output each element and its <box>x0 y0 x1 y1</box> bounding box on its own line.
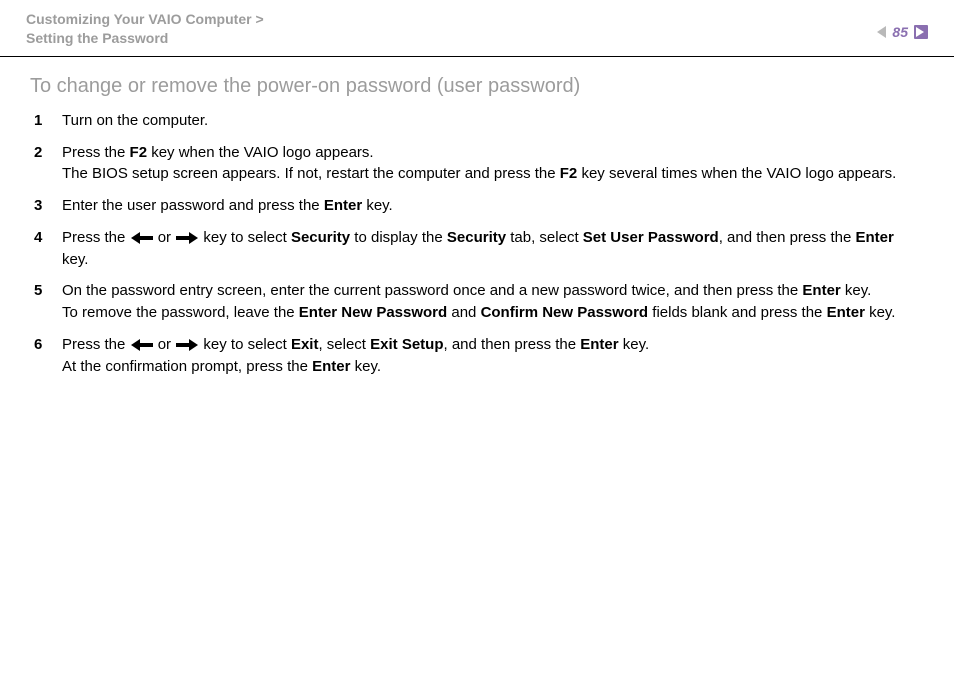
text: Press the <box>62 229 130 246</box>
breadcrumb-separator: > <box>255 11 263 27</box>
step-item: 6 Press the or key to select Exit, select… <box>30 334 924 378</box>
breadcrumb-line1: Customizing Your VAIO Computer <box>26 11 252 27</box>
step-number: 1 <box>34 110 42 132</box>
text: key. <box>619 336 650 353</box>
arrow-right-icon <box>176 340 198 350</box>
step-text: Enter the user password and press the En… <box>62 197 393 214</box>
bold-text: Enter <box>802 282 840 299</box>
bold-text: Security <box>291 229 350 246</box>
text: key. <box>362 197 393 214</box>
text: At the confirmation prompt, press the <box>62 358 312 375</box>
bold-text: Exit <box>291 336 319 353</box>
step-item: 4 Press the or key to select Security to … <box>30 227 924 271</box>
arrow-left-icon <box>131 340 153 350</box>
text: or <box>154 336 176 353</box>
text: Turn on the computer. <box>62 112 208 129</box>
text: to display the <box>350 229 447 246</box>
prev-page-icon[interactable] <box>877 26 886 38</box>
section-title: To change or remove the power-on passwor… <box>30 75 924 98</box>
steps-list: 1 Turn on the computer. 2 Press the F2 key … <box>30 110 924 378</box>
step-text: On the password entry screen, enter the … <box>62 282 895 321</box>
text: key. <box>841 282 872 299</box>
step-number: 6 <box>34 334 42 356</box>
text: key. <box>865 304 896 321</box>
text: Press the <box>62 144 130 161</box>
text: key to select <box>199 336 291 353</box>
step-item: 5 On the password entry screen, enter the… <box>30 280 924 324</box>
page-header: Customizing Your VAIO Computer > Setting… <box>0 0 954 57</box>
bold-text: Enter <box>580 336 618 353</box>
step-text: Press the or key to select Exit, select … <box>62 336 649 375</box>
step-number: 4 <box>34 227 42 249</box>
bold-text: Exit Setup <box>370 336 443 353</box>
bold-text: Enter <box>312 358 350 375</box>
text: To remove the password, leave the <box>62 304 299 321</box>
text: Press the <box>62 336 130 353</box>
bold-text: F2 <box>130 144 148 161</box>
breadcrumb: Customizing Your VAIO Computer > Setting… <box>26 10 264 48</box>
bold-text: Enter <box>827 304 865 321</box>
text: key to select <box>199 229 291 246</box>
text: or <box>154 229 176 246</box>
step-item: 2 Press the F2 key when the VAIO logo app… <box>30 142 924 186</box>
bold-text: Security <box>447 229 506 246</box>
text: key when the VAIO logo appears. <box>147 144 374 161</box>
text: , select <box>318 336 370 353</box>
bold-text: Set User Password <box>583 229 719 246</box>
text: tab, select <box>506 229 583 246</box>
bold-text: Enter <box>855 229 893 246</box>
text: , and then press the <box>444 336 581 353</box>
step-item: 1 Turn on the computer. <box>30 110 924 132</box>
text: The BIOS setup screen appears. If not, r… <box>62 165 560 182</box>
text: key. <box>62 251 88 268</box>
text: Enter the user password and press the <box>62 197 324 214</box>
step-number: 3 <box>34 195 42 217</box>
next-page-icon <box>916 27 924 37</box>
text: key several times when the VAIO logo app… <box>577 165 896 182</box>
step-text: Press the F2 key when the VAIO logo appe… <box>62 144 896 183</box>
bold-text: Enter <box>324 197 362 214</box>
page-nav: 85 <box>877 10 928 40</box>
breadcrumb-line2: Setting the Password <box>26 30 168 46</box>
text: key. <box>350 358 381 375</box>
step-item: 3 Enter the user password and press the E… <box>30 195 924 217</box>
step-number: 5 <box>34 280 42 302</box>
page-content: To change or remove the power-on passwor… <box>0 57 954 378</box>
arrow-right-icon <box>176 233 198 243</box>
bold-text: Enter New Password <box>299 304 447 321</box>
step-number: 2 <box>34 142 42 164</box>
step-text: Press the or key to select Security to d… <box>62 229 894 268</box>
text: On the password entry screen, enter the … <box>62 282 802 299</box>
bold-text: F2 <box>560 165 578 182</box>
next-page-button[interactable] <box>914 25 928 39</box>
step-text: Turn on the computer. <box>62 112 208 129</box>
text: , and then press the <box>719 229 856 246</box>
bold-text: Confirm New Password <box>481 304 649 321</box>
text: fields blank and press the <box>648 304 826 321</box>
page-number: 85 <box>892 24 908 40</box>
text: and <box>447 304 480 321</box>
arrow-left-icon <box>131 233 153 243</box>
